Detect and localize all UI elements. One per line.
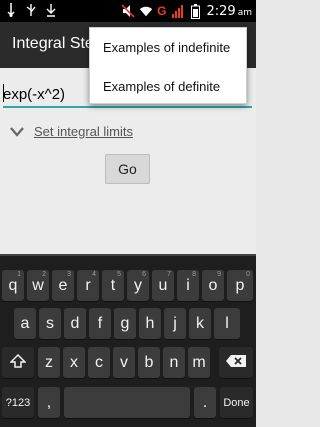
symbols-key[interactable]: ?123 bbox=[2, 387, 34, 418]
key-e[interactable]: e3 bbox=[52, 270, 74, 301]
menu-item-indefinite-examples[interactable]: Examples of indefinite bbox=[90, 28, 248, 66]
download-icon bbox=[44, 3, 58, 17]
key-hint: 7 bbox=[167, 271, 171, 278]
key-r[interactable]: r4 bbox=[77, 270, 99, 301]
key-label: i bbox=[186, 276, 190, 294]
set-limits-label[interactable]: Set integral limits bbox=[34, 124, 133, 139]
usb-icon bbox=[4, 3, 18, 17]
shift-icon bbox=[9, 353, 27, 371]
key-s[interactable]: s bbox=[39, 308, 61, 339]
key-t[interactable]: t5 bbox=[102, 270, 124, 301]
key-hint: 2 bbox=[42, 271, 46, 278]
key-z[interactable]: z bbox=[38, 347, 60, 378]
status-left bbox=[4, 3, 58, 17]
set-limits-toggle[interactable]: Set integral limits bbox=[10, 121, 133, 141]
key-label: u bbox=[158, 276, 168, 294]
shift-key[interactable] bbox=[2, 347, 34, 378]
comma-key[interactable]: , bbox=[38, 387, 60, 418]
key-label: t bbox=[110, 276, 116, 294]
key-w[interactable]: w2 bbox=[27, 270, 49, 301]
usb-debug-icon bbox=[24, 3, 38, 17]
key-p[interactable]: p0 bbox=[227, 270, 253, 301]
key-x[interactable]: x bbox=[63, 347, 85, 378]
key-h[interactable]: h bbox=[139, 308, 161, 339]
key-hint: 1 bbox=[17, 271, 21, 278]
battery-icon bbox=[189, 3, 203, 19]
text-cursor bbox=[3, 84, 4, 102]
key-b[interactable]: b bbox=[138, 347, 160, 378]
carrier-label: G bbox=[157, 4, 167, 18]
key-label: o bbox=[208, 276, 218, 294]
chevron-down-icon[interactable] bbox=[10, 122, 24, 141]
key-y[interactable]: y6 bbox=[127, 270, 149, 301]
key-k[interactable]: k bbox=[189, 308, 211, 339]
clock: 2:29 am bbox=[207, 4, 253, 19]
done-key[interactable]: Done bbox=[220, 387, 253, 418]
key-o[interactable]: o9 bbox=[202, 270, 224, 301]
key-hint: 0 bbox=[246, 271, 250, 278]
key-l[interactable]: l bbox=[214, 308, 240, 339]
mute-icon bbox=[121, 4, 135, 18]
go-button[interactable]: Go bbox=[105, 154, 150, 184]
key-c[interactable]: c bbox=[88, 347, 110, 378]
key-hint: 3 bbox=[67, 271, 71, 278]
key-n[interactable]: n bbox=[163, 347, 185, 378]
key-label: w bbox=[32, 276, 44, 294]
key-hint: 6 bbox=[142, 271, 146, 278]
key-f[interactable]: f bbox=[89, 308, 111, 339]
key-label: p bbox=[235, 276, 245, 294]
space-key[interactable] bbox=[64, 387, 190, 418]
key-a[interactable]: a bbox=[14, 308, 36, 339]
soft-keyboard: q1 w2 e3 r4 t5 y6 u7 i8 o9 p0 a s d f g … bbox=[0, 254, 256, 427]
app-title: Integral Ste bbox=[12, 35, 94, 52]
key-j[interactable]: j bbox=[164, 308, 186, 339]
key-label: e bbox=[58, 276, 68, 294]
status-right: G 2:29 am bbox=[121, 2, 252, 20]
key-g[interactable]: g bbox=[114, 308, 136, 339]
key-q[interactable]: q1 bbox=[2, 270, 24, 301]
key-m[interactable]: m bbox=[188, 347, 210, 378]
key-d[interactable]: d bbox=[64, 308, 86, 339]
key-i[interactable]: i8 bbox=[177, 270, 199, 301]
input-underline bbox=[3, 106, 252, 108]
key-u[interactable]: u7 bbox=[152, 270, 174, 301]
key-v[interactable]: v bbox=[113, 347, 135, 378]
status-bar: G 2:29 am bbox=[0, 0, 256, 22]
key-label: y bbox=[134, 276, 142, 294]
key-hint: 8 bbox=[192, 271, 196, 278]
signal-icon bbox=[171, 4, 185, 18]
backspace-icon bbox=[225, 354, 247, 371]
key-label: r bbox=[85, 276, 91, 294]
clock-time: 2:29 bbox=[206, 3, 236, 19]
overflow-menu: Examples of indefinite Examples of defin… bbox=[89, 27, 247, 104]
clock-ampm: am bbox=[237, 7, 252, 18]
period-key[interactable]: . bbox=[194, 387, 216, 418]
backspace-key[interactable] bbox=[219, 347, 253, 378]
wifi-icon bbox=[139, 4, 153, 18]
menu-item-definite-examples[interactable]: Examples of definite bbox=[90, 67, 248, 105]
key-hint: 9 bbox=[217, 271, 221, 278]
key-hint: 4 bbox=[92, 271, 96, 278]
key-label: q bbox=[8, 276, 18, 294]
key-hint: 5 bbox=[117, 271, 121, 278]
